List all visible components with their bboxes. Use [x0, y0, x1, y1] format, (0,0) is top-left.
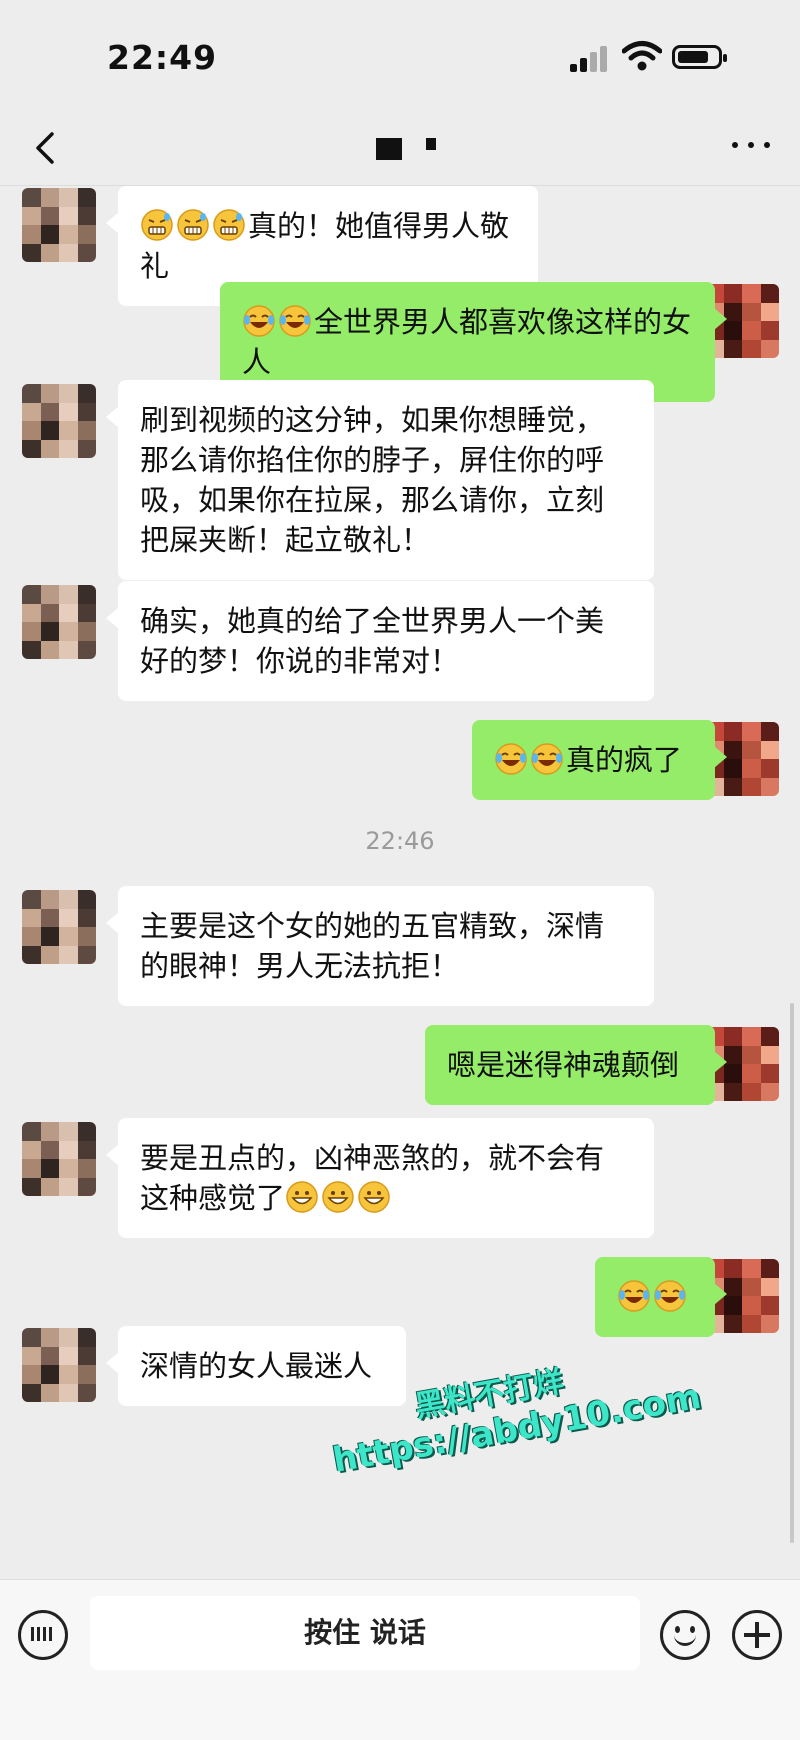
contact-avatar[interactable]	[22, 188, 96, 262]
outgoing-message: 嗯是迷得神魂颠倒	[0, 1025, 800, 1107]
chat-message-list[interactable]: 真的！她值得男人敬礼 全世界男人都喜欢像这样的女人 刷到视频的这分钟，如果你想睡觉，…	[0, 186, 800, 1579]
contact-name-redacted	[376, 132, 440, 162]
message-text: 真的疯了	[566, 743, 683, 777]
laugh-tears-emoji-icon	[243, 305, 275, 337]
status-time: 22:49	[107, 38, 218, 77]
grimace-sweat-emoji-icon	[141, 209, 173, 241]
laugh-tears-emoji-icon	[495, 743, 527, 775]
message-text: 确实，她真的给了全世界男人一个美 好的梦！你说的非常对！	[140, 604, 605, 678]
message-bubble[interactable]: 刷到视频的这分钟，如果你想睡觉， 那么请你掐住你的脖子，屏住你的呼 吸，如果你在…	[106, 380, 654, 580]
message-bubble[interactable]: 主要是这个女的她的五官精致，深情 的眼神！男人无法抗拒！	[106, 886, 654, 1006]
grin-emoji-icon	[358, 1181, 390, 1213]
contact-avatar[interactable]	[22, 890, 96, 964]
incoming-message: 要是丑点的，凶神恶煞的，就不会有 这种感觉了	[0, 1118, 800, 1244]
wifi-icon	[622, 41, 662, 71]
scrollbar[interactable]	[790, 1003, 794, 1543]
message-text: 刷到视频的这分钟，如果你想睡觉， 那么请你掐住你的脖子，屏住你的呼 吸，如果你在…	[140, 403, 605, 557]
message-bubble[interactable]: 要是丑点的，凶神恶煞的，就不会有 这种感觉了	[106, 1118, 654, 1238]
back-icon[interactable]	[28, 130, 64, 166]
status-bar: 22:49	[0, 0, 800, 110]
incoming-message: 确实，她真的给了全世界男人一个美 好的梦！你说的非常对！	[0, 581, 800, 707]
message-bubble[interactable]: 真的疯了	[472, 720, 727, 800]
incoming-message: 深情的女人最迷人	[0, 1326, 800, 1408]
message-text: 嗯是迷得神魂颠倒	[447, 1048, 680, 1082]
outgoing-message: 全世界男人都喜欢像这样的女人	[0, 282, 800, 402]
message-bubble[interactable]: 嗯是迷得神魂颠倒	[425, 1025, 727, 1105]
battery-icon	[672, 45, 727, 69]
grin-emoji-icon	[286, 1181, 318, 1213]
incoming-message: 主要是这个女的她的五官精致，深情 的眼神！男人无法抗拒！	[0, 886, 800, 1012]
message-timestamp: 22:46	[365, 827, 435, 855]
grimace-sweat-emoji-icon	[177, 209, 209, 241]
contact-avatar[interactable]	[22, 1122, 96, 1196]
laugh-tears-emoji-icon	[279, 305, 311, 337]
laugh-tears-emoji-icon	[531, 743, 563, 775]
input-bar: 按住 说话	[0, 1579, 800, 1740]
message-bubble[interactable]	[595, 1257, 727, 1337]
cellular-signal-icon	[570, 44, 610, 72]
laugh-tears-emoji-icon	[618, 1280, 650, 1312]
incoming-message: 真的！她值得男人敬礼	[0, 186, 800, 306]
keyboard-icon[interactable]	[18, 1610, 68, 1660]
hold-to-talk-button[interactable]: 按住 说话	[90, 1596, 640, 1670]
laugh-tears-emoji-icon	[654, 1280, 686, 1312]
plus-icon[interactable]	[732, 1610, 782, 1660]
message-text: 主要是这个女的她的五官精致，深情 的眼神！男人无法抗拒！	[140, 909, 605, 983]
emoji-icon[interactable]	[660, 1610, 710, 1660]
incoming-message: 刷到视频的这分钟，如果你想睡觉， 那么请你掐住你的脖子，屏住你的呼 吸，如果你在…	[0, 380, 800, 580]
contact-avatar[interactable]	[22, 585, 96, 659]
chat-header	[0, 110, 800, 186]
grimace-sweat-emoji-icon	[213, 209, 245, 241]
more-icon[interactable]	[730, 134, 774, 154]
grin-emoji-icon	[322, 1181, 354, 1213]
contact-avatar[interactable]	[22, 384, 96, 458]
outgoing-message: 真的疯了	[0, 720, 800, 802]
message-bubble[interactable]: 深情的女人最迷人	[106, 1326, 406, 1406]
message-bubble[interactable]: 确实，她真的给了全世界男人一个美 好的梦！你说的非常对！	[106, 581, 654, 701]
contact-avatar[interactable]	[22, 1328, 96, 1402]
message-text: 深情的女人最迷人	[140, 1349, 373, 1383]
